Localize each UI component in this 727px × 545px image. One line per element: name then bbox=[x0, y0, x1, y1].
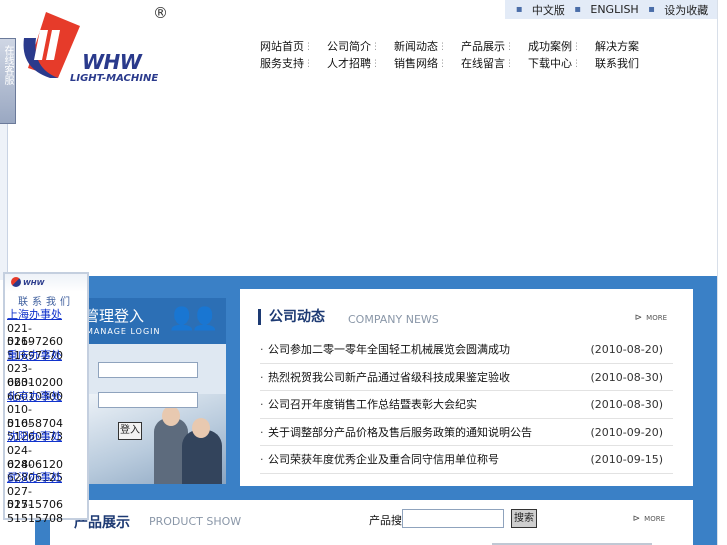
nav-item[interactable]: 服务支持 bbox=[256, 57, 323, 71]
contact-list: 上海办事处 021-51697260 021-51697270 重庆办事处 02… bbox=[7, 308, 87, 525]
login-header: 管理登入 MANAGE LOGIN 👤👤 bbox=[84, 298, 226, 344]
company-logo[interactable]: ® WHW LIGHT-MACHINE bbox=[18, 4, 168, 86]
contact-phone: 024-62806120 bbox=[7, 443, 63, 471]
username-input[interactable] bbox=[98, 362, 198, 378]
contact-city-link[interactable]: 武汉办事处 bbox=[7, 471, 87, 485]
nav-item[interactable]: 解决方案 bbox=[591, 40, 658, 54]
nav-item[interactable]: 在线留言 bbox=[457, 57, 524, 71]
people-icon: 👤👤 bbox=[168, 307, 219, 332]
main-nav: 网站首页 公司简介 新闻动态 产品展示 成功案例 解决方案 服务支持 人才招聘 … bbox=[256, 40, 658, 71]
news-row[interactable]: · 公司召开年度销售工作总结暨表彰大会纪实 (2010-08-30) bbox=[260, 391, 673, 419]
right-edge bbox=[717, 0, 727, 545]
contact-phone: 023-66010200 bbox=[7, 362, 63, 389]
product-more-link[interactable]: MORE bbox=[633, 514, 665, 524]
news-date: (2010-08-30) bbox=[590, 398, 663, 411]
login-panel: 管理登入 MANAGE LOGIN 👤👤 登入 bbox=[84, 298, 226, 484]
contact-city-link[interactable]: 沈阳办事处 bbox=[7, 430, 87, 444]
news-more-link[interactable]: MORE bbox=[635, 313, 667, 323]
contact-city-link[interactable]: 上海办事处 bbox=[7, 308, 87, 322]
news-list: · 公司参加二零一零年全国轻工机械展览会圆满成功 (2010-08-20) · … bbox=[260, 336, 673, 474]
contact-header: 联系我们 bbox=[18, 297, 74, 308]
bullet-icon: ▪ bbox=[515, 4, 523, 15]
registered-mark: ® bbox=[153, 4, 168, 22]
news-text[interactable]: 公司荣获年度优秀企业及重合同守信用单位称号 bbox=[268, 446, 499, 473]
bullet-icon: · bbox=[260, 370, 264, 384]
nav-item[interactable]: 网站首页 bbox=[256, 40, 323, 54]
contact-phone: 010-51658704 bbox=[7, 403, 63, 430]
nav-item[interactable]: 下载中心 bbox=[524, 57, 591, 71]
news-date: (2010-09-20) bbox=[590, 425, 663, 439]
contact-phone: 027-51515706 bbox=[7, 484, 63, 512]
product-show-panel: 产品展示 PRODUCT SHOW 产品搜索: 搜索 MORE bbox=[50, 500, 693, 545]
nav-item[interactable]: 成功案例 bbox=[524, 40, 591, 54]
nav-item[interactable]: 销售网络 bbox=[390, 57, 457, 71]
bullet-icon: · bbox=[260, 343, 264, 356]
contact-widget-top: WHW bbox=[5, 272, 87, 292]
news-row[interactable]: · 公司荣获年度优秀企业及重合同守信用单位称号 (2010-09-15) bbox=[260, 446, 673, 474]
contact-city-link[interactable]: 重庆办事处 bbox=[7, 349, 87, 363]
mini-logo: WHW bbox=[11, 277, 44, 287]
nav-item[interactable]: 公司简介 bbox=[323, 40, 390, 54]
product-title-en: PRODUCT SHOW bbox=[149, 515, 242, 528]
bullet-icon: ▪ bbox=[574, 4, 581, 15]
online-service-tab[interactable]: 在线客服 bbox=[0, 38, 16, 124]
company-news-panel: 公司动态 COMPANY NEWS MORE · 公司参加二零一零年全国轻工机械… bbox=[240, 289, 693, 486]
news-title: 公司动态 bbox=[258, 309, 325, 325]
news-text[interactable]: 关于调整部分产品价格及售后服务政策的通知说明公告 bbox=[268, 419, 532, 446]
news-row[interactable]: · 公司参加二零一零年全国轻工机械展览会圆满成功 (2010-08-20) bbox=[260, 336, 673, 364]
logo-sub-text: LIGHT-MACHINE bbox=[70, 73, 159, 84]
news-date: (2010-08-20) bbox=[590, 343, 663, 356]
logo-mark-icon bbox=[23, 12, 80, 78]
news-date: (2010-08-30) bbox=[590, 370, 663, 384]
bullet-icon: · bbox=[260, 398, 264, 411]
news-text[interactable]: 公司参加二零一零年全国轻工机械展览会圆满成功 bbox=[268, 336, 510, 363]
news-title-en: COMPANY NEWS bbox=[348, 313, 439, 326]
news-row[interactable]: · 热烈祝贺我公司新产品通过省级科技成果鉴定验收 (2010-08-30) bbox=[260, 364, 673, 391]
login-title-en: MANAGE LOGIN bbox=[86, 327, 161, 336]
photo-person bbox=[182, 430, 222, 484]
news-row[interactable]: · 关于调整部分产品价格及售后服务政策的通知说明公告 (2010-09-20) bbox=[260, 419, 673, 446]
contact-city-link[interactable]: 北京办事处 bbox=[7, 390, 87, 404]
nav-item[interactable]: 人才招聘 bbox=[323, 57, 390, 71]
password-input[interactable] bbox=[98, 392, 198, 408]
language-bar: ▪ 中文版 ▪ ENGLISH ▪ 设为收藏 bbox=[505, 0, 719, 19]
product-search-button[interactable]: 搜索 bbox=[511, 509, 537, 528]
photo-person-head bbox=[192, 418, 210, 438]
bullet-icon: · bbox=[260, 453, 264, 466]
lang-chinese-link[interactable]: 中文版 bbox=[532, 2, 565, 18]
nav-item[interactable]: 新闻动态 bbox=[390, 40, 457, 54]
product-search-input[interactable] bbox=[402, 509, 504, 528]
news-text[interactable]: 公司召开年度销售工作总结暨表彰大会纪实 bbox=[268, 391, 477, 418]
login-title: 管理登入 bbox=[84, 307, 145, 325]
news-text[interactable]: 热烈祝贺我公司新产品通过省级科技成果鉴定验收 bbox=[268, 364, 510, 391]
news-date: (2010-09-15) bbox=[590, 453, 663, 466]
left-decoration bbox=[0, 120, 8, 280]
logo-brand-text: WHW bbox=[82, 50, 142, 74]
login-button[interactable]: 登入 bbox=[118, 422, 142, 440]
contact-float-widget: WHW 联系我们 上海办事处 021-51697260 021-51697270… bbox=[3, 272, 89, 525]
nav-item[interactable]: 联系我们 bbox=[591, 57, 658, 71]
online-service-label: 在线客服 bbox=[2, 45, 13, 85]
photo-person-head bbox=[162, 406, 180, 426]
bullet-icon: ▪ bbox=[648, 4, 655, 15]
nav-item[interactable]: 产品展示 bbox=[457, 40, 524, 54]
bullet-icon: · bbox=[260, 425, 264, 439]
add-favorite-link[interactable]: 设为收藏 bbox=[664, 2, 708, 18]
contact-phone: 021-51697260 bbox=[7, 321, 63, 349]
lang-english-link[interactable]: ENGLISH bbox=[590, 3, 638, 16]
